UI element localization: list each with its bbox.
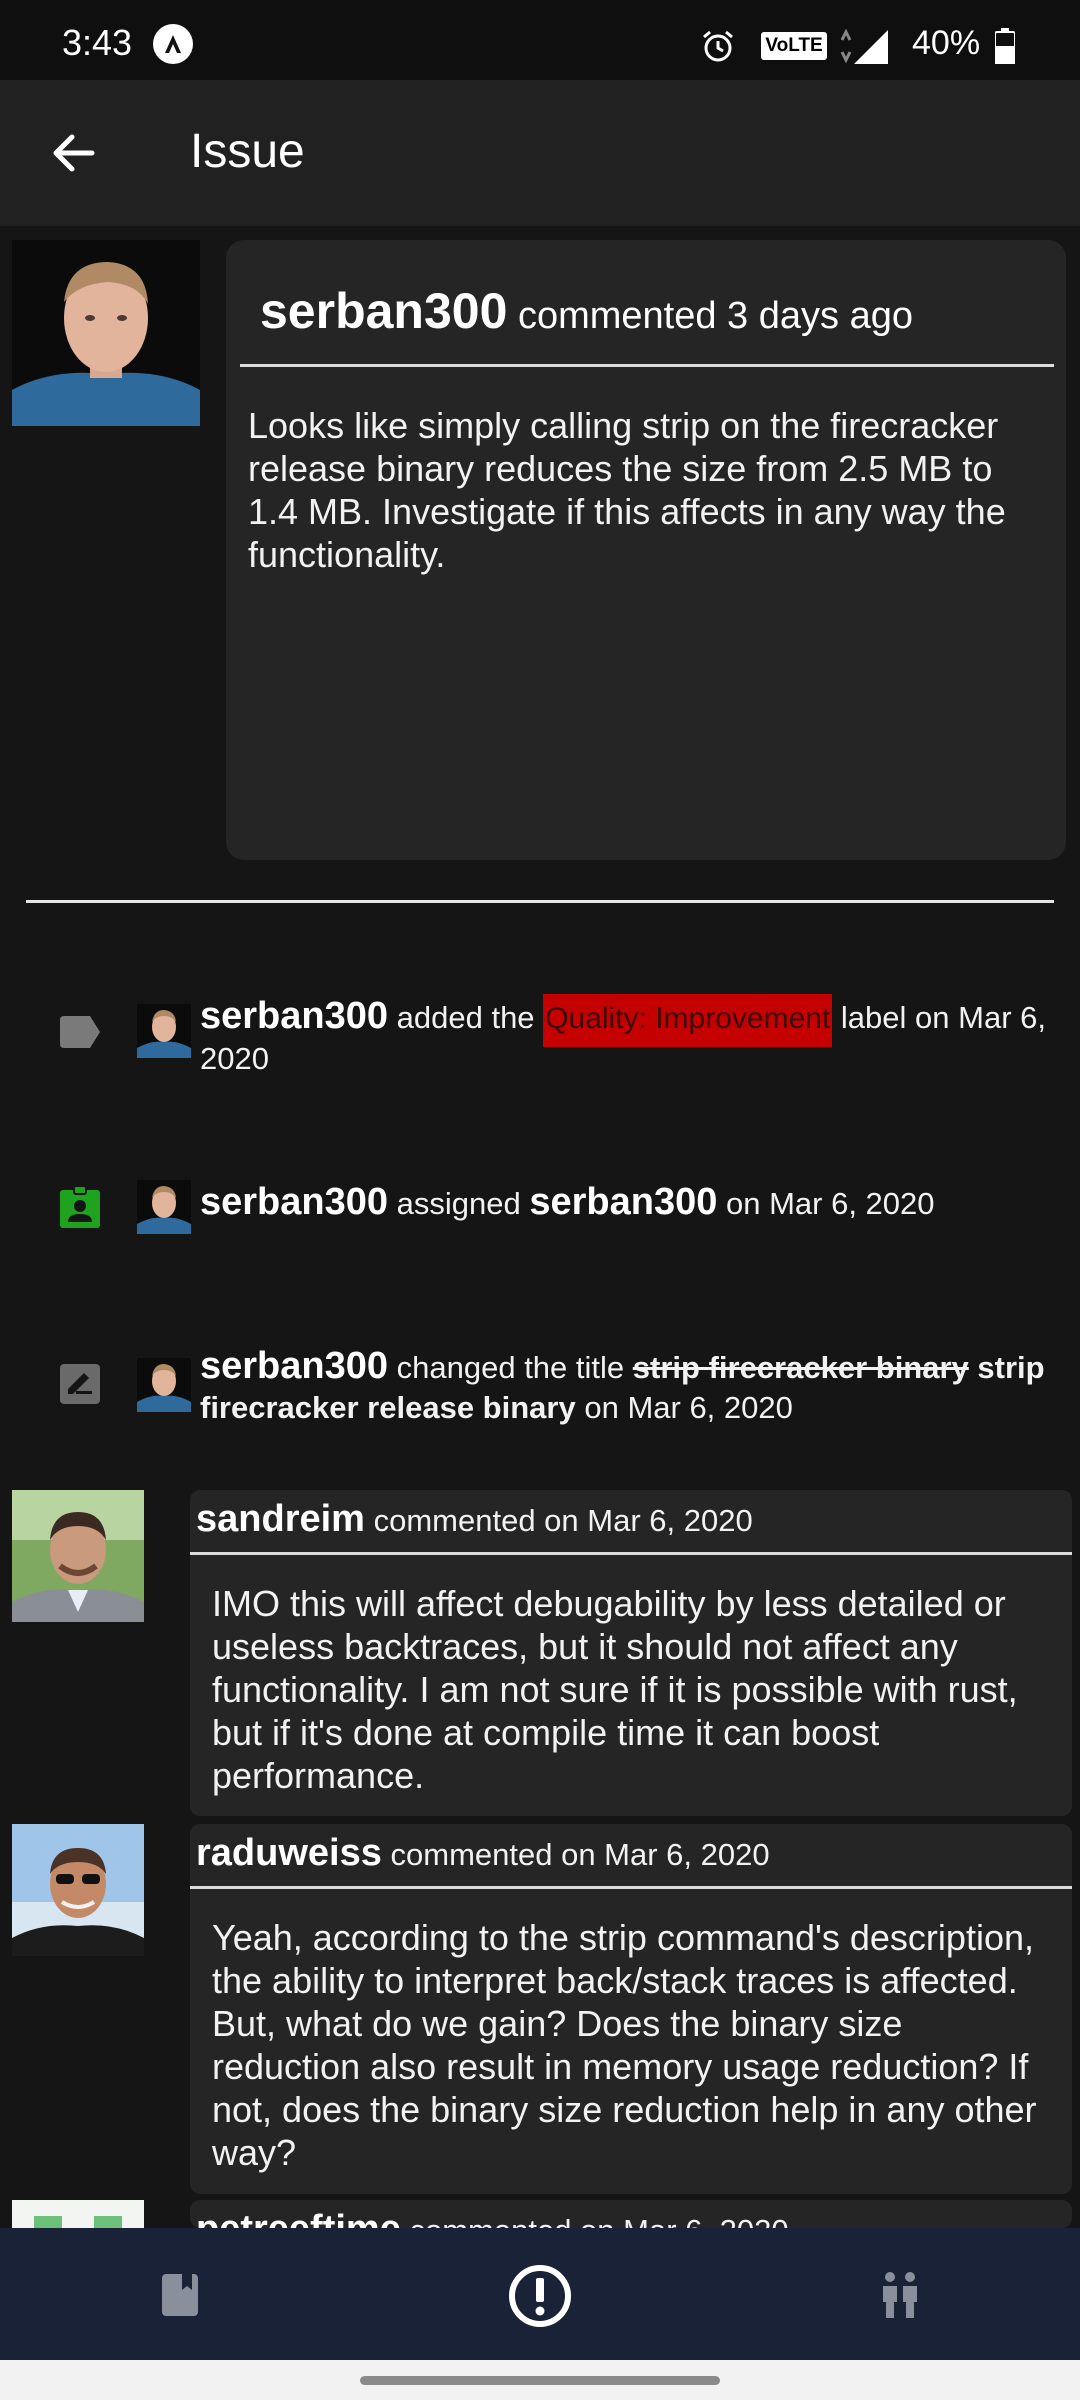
comment-body: IMO this will affect debugability by les… — [212, 1583, 1018, 1796]
nav-book-button[interactable] — [0, 2228, 360, 2360]
comment-card: petreeftime commented on Mar 6, 2020 — [190, 2200, 1072, 2228]
status-time: 3:43 — [62, 22, 133, 63]
old-title: strip firecracker binary — [632, 1350, 969, 1385]
event-verb: assigned — [396, 1186, 521, 1221]
avatar-raduweiss[interactable] — [12, 1824, 144, 1956]
comment-meta: commented on Mar 6, 2020 — [373, 1503, 753, 1538]
comment-author[interactable]: serban300 — [260, 283, 507, 339]
gesture-area — [0, 2360, 1080, 2400]
volte-badge: VoLTE — [761, 32, 827, 60]
comment-body: Looks like simply calling strip on the f… — [248, 405, 1006, 575]
people-icon — [883, 2272, 917, 2318]
battery-percent: 40% — [912, 24, 981, 62]
comment-author[interactable]: petreeftime — [196, 2208, 401, 2228]
event-actor[interactable]: serban300 — [200, 1345, 388, 1387]
back-button[interactable] — [40, 120, 106, 186]
comment-divider — [190, 1886, 1072, 1889]
alarm-icon — [703, 30, 733, 62]
battery-icon — [994, 28, 1016, 65]
event-text: serban300 assigned serban300 on Mar 6, 2… — [200, 1182, 1072, 1224]
avatar-serban300[interactable] — [12, 240, 200, 426]
timeline-event-assigned: serban300 assigned serban300 on Mar 6, 2… — [0, 1170, 1080, 1250]
comment-meta: commented on Mar 6, 2020 — [390, 1837, 770, 1872]
label-icon — [60, 1016, 100, 1048]
issue-icon — [509, 2265, 571, 2327]
nav-issues-button[interactable] — [360, 2228, 720, 2360]
assignee-icon — [60, 1185, 100, 1228]
event-verb: added the — [396, 1000, 535, 1035]
avatar-petreeftime[interactable] — [12, 2200, 144, 2228]
avatar-serban300[interactable] — [137, 1180, 191, 1234]
timeline-event-title-changed: serban300 changed the title strip firecr… — [0, 1338, 1080, 1438]
signal-icon — [840, 26, 894, 66]
comment-card: raduweiss commented on Mar 6, 2020 Yeah,… — [190, 1824, 1072, 2194]
event-actor[interactable]: serban300 — [200, 1181, 388, 1223]
arrow-back-icon — [53, 134, 95, 172]
home-gesture-bar[interactable] — [360, 2376, 720, 2385]
comment-divider — [190, 1552, 1072, 1555]
status-bar: 3:43 VoLTE 40% — [0, 0, 1080, 80]
app-bar: Issue — [0, 80, 1080, 226]
comment-card: sandreim commented on Mar 6, 2020 IMO th… — [190, 1490, 1072, 1816]
comment-author[interactable]: sandreim — [196, 1498, 365, 1540]
comment-header: sandreim commented on Mar 6, 2020 — [196, 1498, 753, 1541]
bottom-navigation — [0, 2228, 1080, 2360]
comment-meta: commented 3 days ago — [517, 295, 913, 337]
book-icon — [162, 2274, 198, 2316]
avatar-serban300[interactable] — [137, 1004, 191, 1058]
event-verb: changed the title — [396, 1350, 625, 1385]
event-actor[interactable]: serban300 — [200, 995, 388, 1037]
event-suffix: on Mar 6, 2020 — [726, 1186, 935, 1221]
comment-header: serban300 commented 3 days ago — [260, 282, 913, 340]
event-suffix: on Mar 6, 2020 — [584, 1390, 793, 1425]
event-text: serban300 changed the title strip firecr… — [200, 1346, 1072, 1428]
avatar-serban300[interactable] — [137, 1358, 191, 1412]
comment-author[interactable]: raduweiss — [196, 1832, 382, 1874]
nav-people-button[interactable] — [720, 2228, 1080, 2360]
event-text: serban300 added the Quality: Improvement… — [200, 994, 1072, 1079]
avatar-sandreim[interactable] — [12, 1490, 144, 1622]
comment-header: petreeftime commented on Mar 6, 2020 — [196, 2208, 789, 2228]
page-title: Issue — [190, 125, 305, 178]
comment-divider — [240, 364, 1054, 367]
comment-header: raduweiss commented on Mar 6, 2020 — [196, 1832, 770, 1875]
event-assignee[interactable]: serban300 — [529, 1181, 717, 1223]
edit-title-icon — [60, 1364, 100, 1404]
section-divider — [26, 900, 1054, 903]
main-comment-card: serban300 commented 3 days ago Looks lik… — [226, 240, 1066, 860]
label-chip[interactable]: Quality: Improvement — [543, 994, 833, 1047]
timeline-event-label: serban300 added the Quality: Improvement… — [0, 982, 1080, 1092]
comment-body: Yeah, according to the strip command's d… — [212, 1917, 1037, 2173]
comment-meta: commented on Mar 6, 2020 — [409, 2213, 788, 2228]
app-notification-icon — [153, 24, 193, 64]
